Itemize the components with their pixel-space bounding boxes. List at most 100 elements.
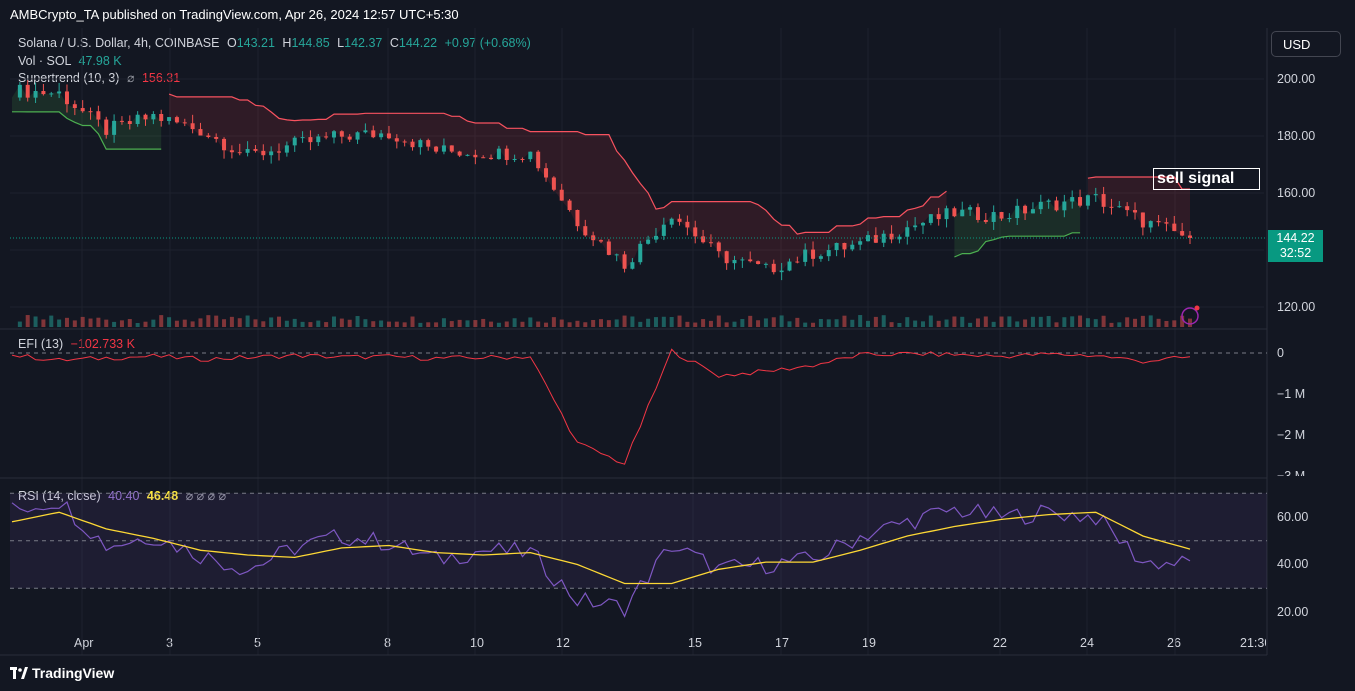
volume-bar: [418, 322, 423, 327]
volume-bar: [1117, 322, 1122, 327]
candle: [716, 242, 721, 252]
candle: [677, 218, 682, 222]
candle: [41, 90, 46, 95]
candle: [214, 136, 219, 139]
volume-bar: [1164, 320, 1169, 327]
volume-bar: [787, 321, 792, 327]
volume-bar: [803, 322, 808, 327]
volume-bar: [1156, 318, 1161, 327]
volume-bar: [17, 321, 22, 327]
volume-bar: [308, 322, 313, 327]
volume-bar: [779, 315, 784, 327]
volume-bar: [174, 320, 179, 327]
volume-bar: [551, 317, 556, 327]
volume-bar: [614, 319, 619, 327]
candle: [1015, 205, 1020, 219]
candle: [1062, 201, 1067, 211]
volume-bar: [567, 322, 572, 327]
candle: [1164, 222, 1169, 224]
candle: [646, 239, 651, 244]
volume-bar: [1023, 319, 1028, 327]
volume-bar: [646, 318, 651, 327]
candle: [1101, 194, 1106, 207]
volume-bar: [41, 319, 46, 327]
candle: [449, 145, 454, 152]
volume-bar: [33, 316, 38, 327]
chart-canvas[interactable]: [0, 0, 1355, 691]
volume-bar: [591, 319, 596, 327]
candle: [363, 130, 368, 133]
candle: [928, 214, 933, 223]
volume-bar: [1148, 315, 1153, 327]
candle: [410, 141, 415, 148]
volume-bar: [119, 320, 124, 327]
volume-bar: [269, 317, 274, 327]
candle: [1007, 218, 1012, 220]
volume-bar: [64, 317, 69, 327]
candle: [441, 145, 446, 152]
volume-bar: [198, 318, 203, 327]
volume-bar: [1140, 315, 1145, 327]
candle: [386, 133, 391, 139]
volume-bar: [1101, 315, 1106, 327]
volume-bar: [653, 317, 658, 327]
alert-dot-icon: [1194, 305, 1200, 311]
candle: [740, 259, 745, 261]
candle: [889, 233, 894, 240]
volume-bar: [983, 316, 988, 327]
candle: [905, 227, 910, 237]
candle: [873, 235, 878, 243]
candle: [347, 136, 352, 140]
volume-bar: [920, 321, 925, 327]
candle: [88, 111, 93, 113]
volume-bar: [1007, 316, 1012, 327]
sell-signal-annotation: sell signal: [1153, 168, 1260, 190]
candle: [913, 225, 918, 228]
candle: [1148, 221, 1153, 228]
volume-bar: [434, 322, 439, 327]
candle: [339, 131, 344, 137]
candle: [669, 218, 674, 225]
volume-bar: [999, 316, 1004, 327]
candle: [174, 117, 179, 123]
candle: [159, 113, 164, 121]
candle: [253, 149, 258, 151]
volume-bar: [504, 321, 509, 327]
volume-bar: [324, 322, 329, 327]
volume-bar: [622, 315, 627, 327]
candle: [968, 207, 973, 210]
candle: [72, 104, 77, 109]
volume-bar: [771, 317, 776, 327]
candle: [975, 207, 980, 220]
volume-bar: [57, 319, 62, 327]
volume-bar: [347, 319, 352, 327]
candle: [269, 151, 274, 156]
volume-bar: [182, 319, 187, 327]
volume-bar: [277, 316, 282, 327]
candle: [622, 254, 627, 269]
volume-bar: [763, 318, 768, 327]
candle: [17, 84, 22, 98]
candle: [190, 123, 195, 130]
volume-bar: [685, 321, 690, 327]
volume-bar: [386, 321, 391, 327]
volume-bar: [826, 319, 831, 327]
volume-bar: [583, 322, 588, 327]
candle: [567, 200, 572, 210]
volume-bar: [88, 318, 93, 327]
candle: [811, 249, 816, 259]
candle: [544, 168, 549, 178]
volume-bar: [339, 318, 344, 327]
volume-bar: [441, 318, 446, 327]
volume-bar: [496, 322, 501, 327]
candle: [599, 240, 603, 242]
candle: [496, 148, 501, 160]
volume-bar: [300, 321, 305, 327]
volume-bar: [284, 320, 289, 327]
candle: [787, 261, 792, 271]
volume-bar: [881, 315, 886, 327]
volume-bar: [913, 320, 918, 327]
candle: [536, 151, 541, 169]
candle: [489, 157, 494, 160]
volume-bar: [473, 320, 478, 327]
